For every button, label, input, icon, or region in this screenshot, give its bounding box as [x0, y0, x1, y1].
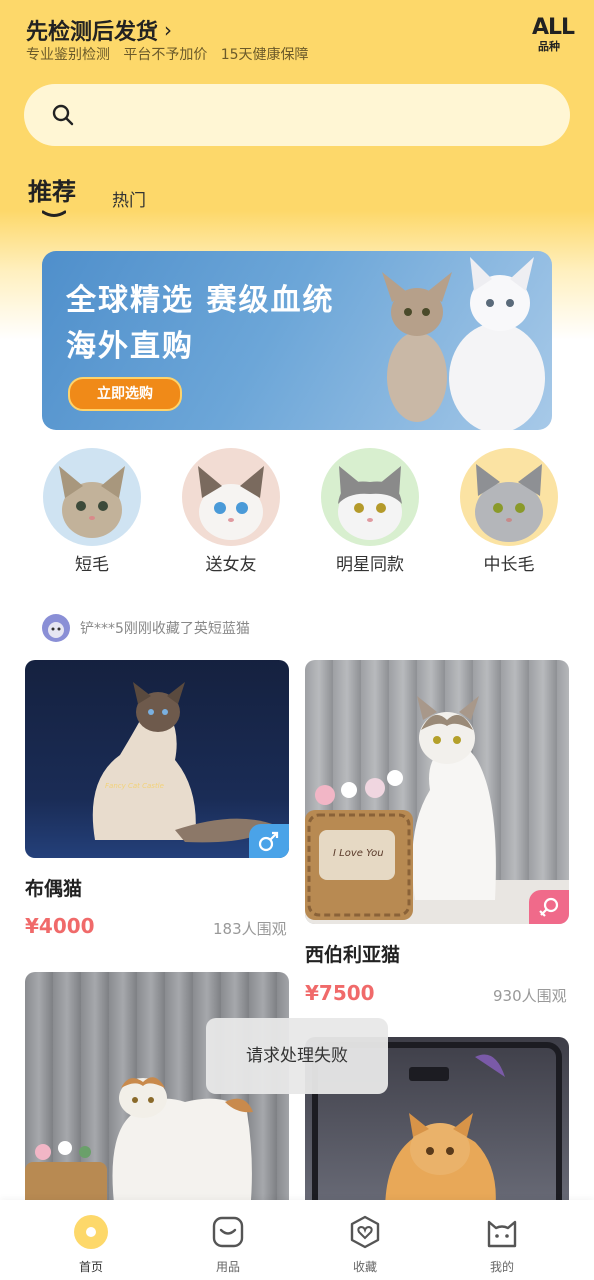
siberian-cat-photo [305, 696, 569, 924]
all-badge-bottom: 品种 [538, 40, 560, 53]
category-image [460, 448, 558, 546]
header-title[interactable]: 先检测后发货 › [26, 14, 172, 46]
white-cat-image [449, 257, 545, 430]
category-image [321, 448, 419, 546]
nav-supplies[interactable]: 用品 [183, 1214, 273, 1275]
banner-subheadline: 海外直购 [66, 329, 194, 364]
error-toast: 请求处理失败 [206, 1018, 388, 1094]
product-viewers: 930人围观 [493, 987, 567, 1005]
home-icon [74, 1215, 108, 1249]
gender-badge-male [249, 824, 289, 858]
ragdoll-cat-icon [198, 466, 264, 540]
nav-label: 我的 [489, 1260, 514, 1274]
banner-headline: 全球精选 赛级血统 [66, 283, 335, 318]
gender-badge-female [529, 890, 569, 924]
nav-home[interactable]: 首页 [46, 1214, 136, 1275]
all-breeds-button[interactable]: ALL 品种 [532, 15, 575, 54]
search-input[interactable] [94, 98, 548, 134]
product-card-ragdoll[interactable]: Fancy Cat Castle [25, 660, 289, 858]
category-label: 送女友 [205, 555, 257, 575]
search-bar[interactable] [24, 84, 570, 146]
grey-white-cat-icon [338, 466, 402, 540]
tab-active-indicator [42, 210, 66, 217]
category-row: 短毛 送女友 明星同款 中长毛 [0, 448, 594, 578]
avatar [42, 614, 70, 642]
bottom-navigation: 首页 用品 收藏 我的 [0, 1200, 594, 1280]
female-icon [539, 897, 559, 917]
image-watermark: Fancy Cat Castle [105, 782, 164, 790]
product-price: ¥4000 [25, 914, 95, 938]
product-card-siberian[interactable]: I Love You [305, 660, 569, 924]
header-subtitle: 专业鉴别检测 平台不予加价 15天健康保障 [26, 47, 309, 63]
category-label: 短毛 [75, 555, 109, 575]
tab-recommend[interactable]: 推荐 [28, 172, 76, 207]
banner-buy-button[interactable]: 立即选购 [68, 377, 182, 411]
promo-banner[interactable]: 全球精选 赛级血统 海外直购 立即选购 [42, 251, 552, 430]
nav-label: 收藏 [352, 1260, 377, 1274]
product-viewers: 183人围观 [213, 920, 287, 938]
header-title-text: 先检测后发货 [26, 20, 159, 45]
male-icon [258, 831, 279, 852]
cat-face-icon [487, 1220, 517, 1248]
bag-icon [212, 1216, 244, 1248]
product-image: I Love You [305, 660, 569, 924]
long-hair-cat-icon [475, 464, 543, 542]
category-celebrity[interactable]: 明星同款 [310, 448, 430, 575]
tabby-cat-icon [59, 466, 125, 538]
tab-hot[interactable]: 热门 [112, 186, 146, 211]
all-badge-top: ALL [532, 15, 575, 40]
product-image: Fancy Cat Castle [25, 660, 289, 858]
nav-profile[interactable]: 我的 [457, 1214, 547, 1275]
product-name[interactable]: 西伯利亚猫 [305, 940, 400, 967]
user-avatar-icon [48, 622, 64, 638]
activity-notice: 铲***5刚刚收藏了英短蓝猫 [42, 614, 250, 642]
search-icon [52, 104, 74, 126]
category-label: 明星同款 [336, 555, 404, 575]
category-label: 中长毛 [483, 555, 535, 575]
category-short-hair[interactable]: 短毛 [32, 448, 152, 575]
notice-text: 铲***5刚刚收藏了英短蓝猫 [80, 621, 250, 637]
category-image [43, 448, 141, 546]
nav-favorites[interactable]: 收藏 [320, 1214, 410, 1275]
nav-label: 首页 [78, 1260, 103, 1274]
nav-label: 用品 [215, 1260, 240, 1274]
heart-icon [350, 1215, 380, 1249]
chevron-right-icon: › [164, 18, 173, 42]
product-price: ¥7500 [305, 981, 375, 1005]
basket-label: I Love You [333, 848, 384, 859]
product-name[interactable]: 布偶猫 [25, 874, 82, 901]
category-gift-girlfriend[interactable]: 送女友 [171, 448, 291, 575]
category-image [182, 448, 280, 546]
category-medium-long-hair[interactable]: 中长毛 [449, 448, 569, 575]
